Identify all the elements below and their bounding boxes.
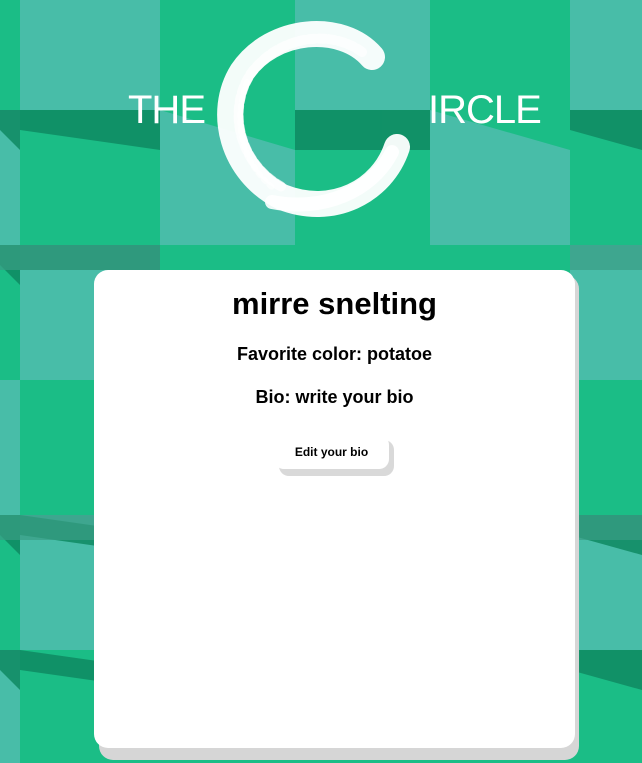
- logo: THE IRCLE: [0, 0, 642, 240]
- circle-logo-icon: [217, 21, 410, 217]
- edit-bio-button[interactable]: Edit your bio: [274, 435, 389, 469]
- bio-text: Bio: write your bio: [255, 387, 414, 407]
- profile-name: mirre snelting: [232, 286, 437, 321]
- logo-text-right: IRCLE: [428, 88, 542, 132]
- favorite-color-text: Favorite color: potatoe: [236, 344, 433, 364]
- logo-text-left: THE: [128, 88, 206, 132]
- profile-card: mirre snelting Favorite color: potatoe B…: [94, 270, 575, 748]
